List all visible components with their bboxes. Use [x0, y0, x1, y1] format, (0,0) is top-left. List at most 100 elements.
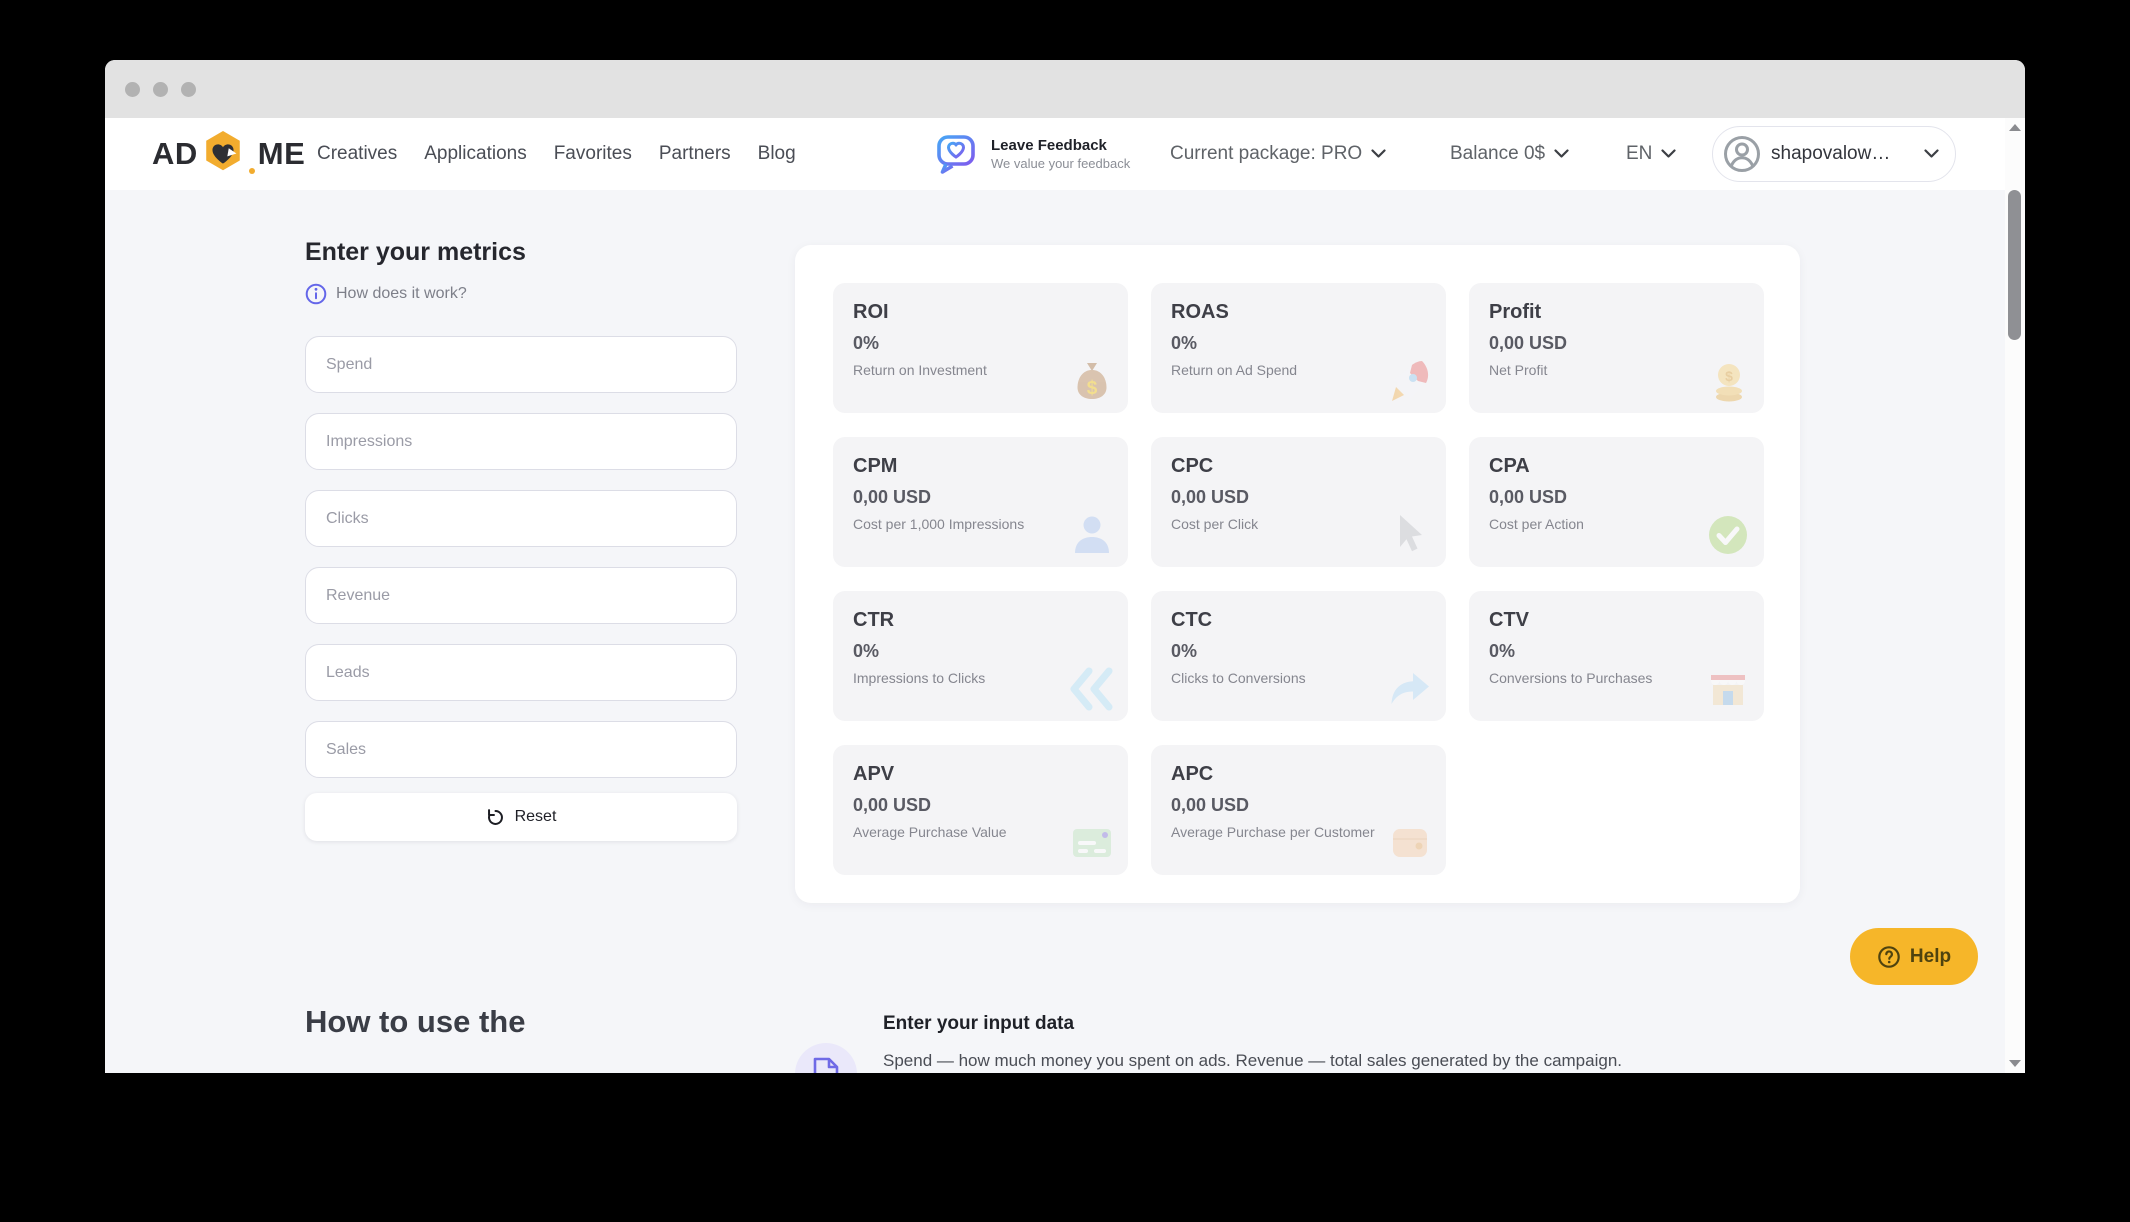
balance-label: Balance 0$: [1450, 143, 1545, 165]
how-does-it-work-label: How does it work?: [336, 285, 467, 303]
nav-item-applications[interactable]: Applications: [424, 143, 526, 165]
window-titlebar: [105, 60, 2025, 118]
package-dropdown[interactable]: Current package: PRO: [1170, 143, 1386, 165]
leave-feedback-button[interactable]: Leave Feedback We value your feedback: [935, 132, 1130, 176]
metric-card-cpc: CPC0,00 USDCost per Click: [1151, 437, 1446, 567]
revenue-input[interactable]: [305, 567, 737, 624]
howto-step-title: Enter your input data: [883, 1013, 1074, 1035]
window-close-button[interactable]: [125, 82, 140, 97]
metric-value: 0,00 USD: [853, 487, 1108, 508]
help-button[interactable]: Help: [1850, 928, 1978, 985]
svg-text:?: ?: [822, 1072, 830, 1073]
scroll-up-arrow[interactable]: [2009, 124, 2021, 131]
metric-value: 0%: [1489, 641, 1744, 662]
coins-icon: $: [1704, 357, 1752, 405]
nav-item-creatives[interactable]: Creatives: [317, 143, 397, 165]
page-scrollbar[interactable]: [2005, 118, 2025, 1073]
chevron-down-icon: [1554, 149, 1569, 159]
metric-title: CPC: [1171, 455, 1426, 478]
svg-text:$: $: [1725, 368, 1733, 384]
metric-value: 0,00 USD: [1171, 487, 1426, 508]
reset-label: Reset: [515, 808, 557, 826]
nav-item-favorites[interactable]: Favorites: [554, 143, 632, 165]
how-does-it-work-link[interactable]: How does it work?: [305, 283, 467, 305]
feedback-subtitle: We value your feedback: [991, 156, 1130, 171]
site-header: AD ME Creatives Applications Favorites Part…: [105, 118, 2005, 190]
clicks-input[interactable]: [305, 490, 737, 547]
main-nav: Creatives Applications Favorites Partners Bl…: [317, 143, 796, 165]
metric-value: 0,00 USD: [1489, 487, 1744, 508]
metric-card-profit: Profit0,00 USDNet Profit$: [1469, 283, 1764, 413]
balance-dropdown[interactable]: Balance 0$: [1450, 143, 1569, 165]
account-name: shapovalow…: [1771, 143, 1914, 165]
metric-title: CTV: [1489, 609, 1744, 632]
adme-logo[interactable]: AD ME: [152, 129, 305, 179]
metric-title: CTC: [1171, 609, 1426, 632]
metric-value: 0%: [1171, 333, 1426, 354]
wallet-icon: [1386, 819, 1434, 867]
metric-value: 0%: [853, 641, 1108, 662]
reset-icon: [486, 808, 505, 827]
leads-input[interactable]: [305, 644, 737, 701]
window-maximize-button[interactable]: [181, 82, 196, 97]
logo-heart-icon: [200, 129, 246, 179]
window-minimize-button[interactable]: [153, 82, 168, 97]
cursor-icon: [1386, 511, 1434, 559]
metric-title: CPM: [853, 455, 1108, 478]
info-icon: [305, 283, 327, 305]
sales-input[interactable]: [305, 721, 737, 778]
metric-title: ROI: [853, 301, 1108, 324]
document-icon: ?: [811, 1057, 841, 1073]
money-bag-icon: $: [1068, 357, 1116, 405]
metric-card-roas: ROAS0%Return on Ad Spend: [1151, 283, 1446, 413]
question-icon: [1877, 945, 1901, 969]
metric-value: 0,00 USD: [1489, 333, 1744, 354]
language-dropdown[interactable]: EN: [1626, 143, 1676, 165]
metrics-grid: ROI0%Return on Investment$ROAS0%Return o…: [833, 283, 1762, 875]
metric-card-cpa: CPA0,00 USDCost per Action: [1469, 437, 1764, 567]
avatar-icon: [1723, 135, 1761, 173]
metric-value: 0,00 USD: [1171, 795, 1426, 816]
logo-text-suffix: ME: [258, 136, 306, 172]
chevrons-left-icon: [1068, 665, 1116, 713]
language-label: EN: [1626, 143, 1652, 165]
nav-item-blog[interactable]: Blog: [758, 143, 796, 165]
rocket-icon: [1386, 357, 1434, 405]
metric-card-roi: ROI0%Return on Investment$: [833, 283, 1128, 413]
metric-card-apv: APV0,00 USDAverage Purchase Value: [833, 745, 1128, 875]
share-arrow-icon: [1386, 665, 1434, 713]
person-icon: [1068, 511, 1116, 559]
metric-card-ctr: CTR0%Impressions to Clicks: [833, 591, 1128, 721]
metric-title: APC: [1171, 763, 1426, 786]
metric-card-cpm: CPM0,00 USDCost per 1,000 Impressions: [833, 437, 1128, 567]
impressions-input[interactable]: [305, 413, 737, 470]
input-data-step-icon-circle: ?: [795, 1043, 857, 1073]
metrics-panel-title: Enter your metrics: [305, 238, 526, 267]
metric-value: 0%: [1171, 641, 1426, 662]
chevron-down-icon: [1371, 149, 1386, 159]
metric-title: CPA: [1489, 455, 1744, 478]
spend-input[interactable]: [305, 336, 737, 393]
metric-card-ctv: CTV0%Conversions to Purchases: [1469, 591, 1764, 721]
metric-card-ctc: CTC0%Clicks to Conversions: [1151, 591, 1446, 721]
scroll-down-arrow[interactable]: [2009, 1060, 2021, 1067]
feedback-bubble-heart-icon: [935, 132, 977, 176]
howto-heading: How to use the: [305, 1004, 525, 1040]
help-label: Help: [1910, 946, 1951, 968]
svg-text:$: $: [1087, 378, 1098, 399]
package-label: Current package: PRO: [1170, 143, 1362, 165]
check-icon: [1704, 511, 1752, 559]
chevron-down-icon: [1924, 149, 1939, 159]
logo-text-prefix: AD: [152, 136, 198, 172]
nav-item-partners[interactable]: Partners: [659, 143, 731, 165]
account-menu[interactable]: shapovalow…: [1712, 126, 1956, 182]
credit-card-icon: [1068, 819, 1116, 867]
page: AD ME Creatives Applications Favorites Part…: [105, 118, 2025, 1073]
logo-dot: [249, 168, 255, 174]
metric-title: Profit: [1489, 301, 1744, 324]
metric-value: 0,00 USD: [853, 795, 1108, 816]
store-icon: [1704, 665, 1752, 713]
reset-button[interactable]: Reset: [305, 793, 737, 841]
scrollbar-thumb[interactable]: [2008, 190, 2021, 340]
metric-title: ROAS: [1171, 301, 1426, 324]
